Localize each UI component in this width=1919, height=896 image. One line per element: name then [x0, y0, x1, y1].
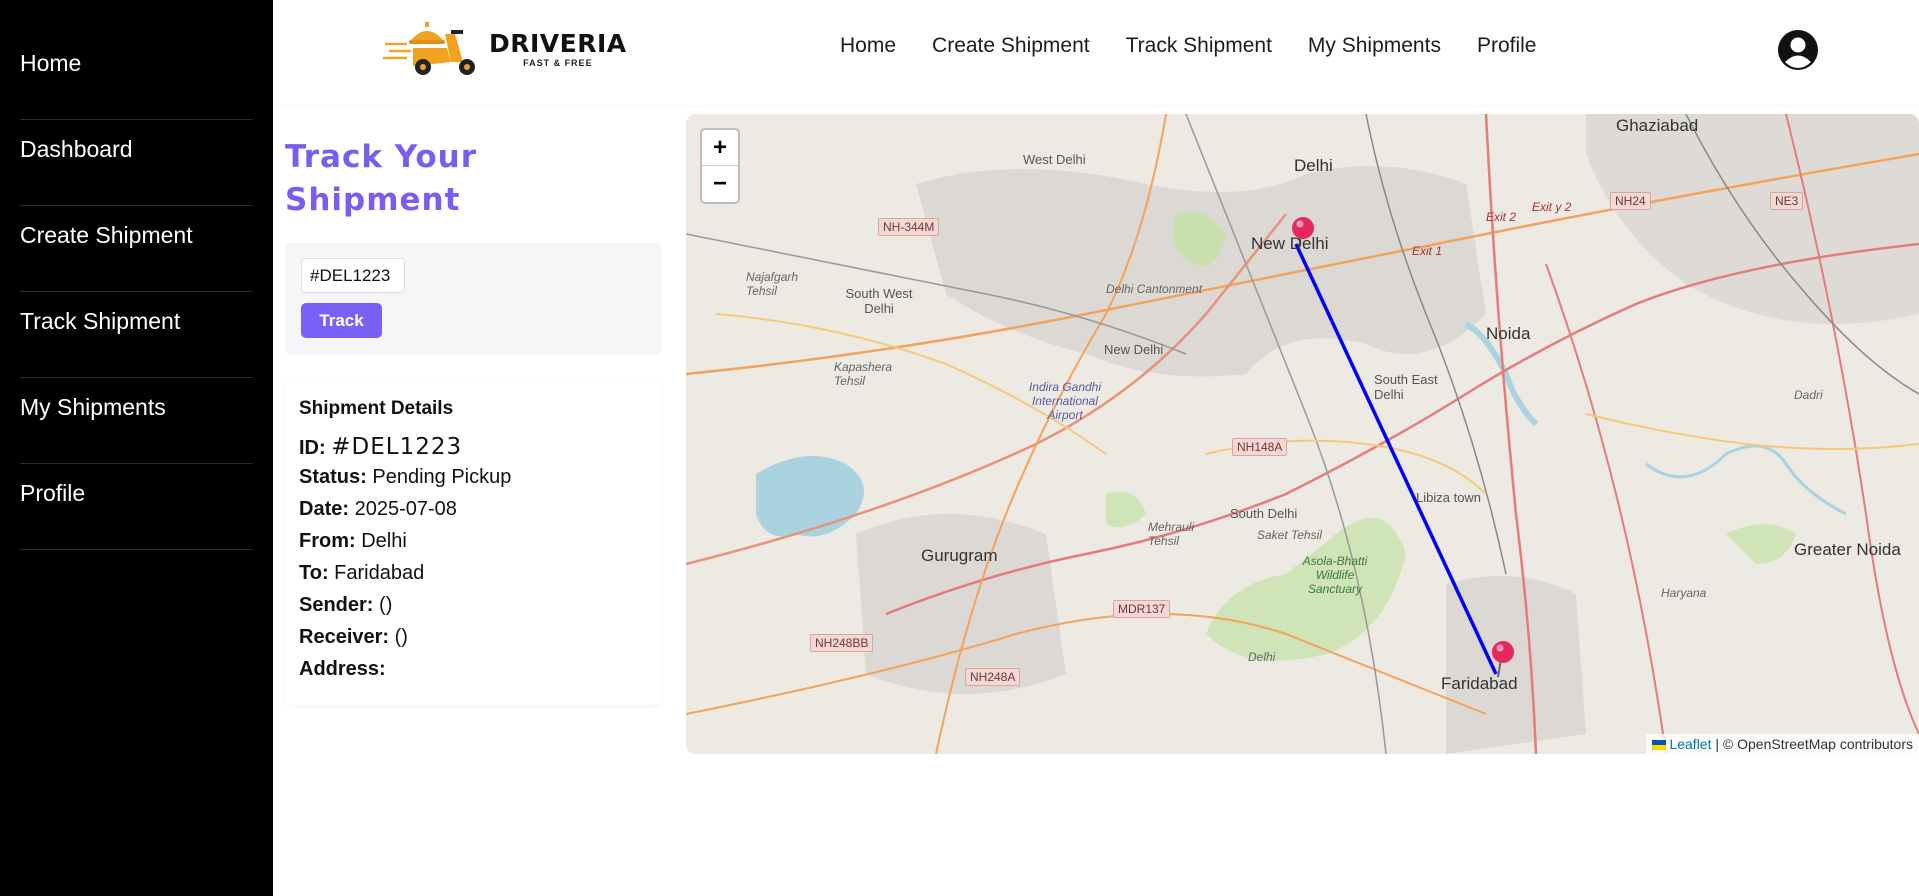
- sidebar-item-dashboard[interactable]: Dashboard: [20, 120, 253, 206]
- shield-mdr137: MDR137: [1113, 600, 1171, 618]
- nav-my-shipments[interactable]: My Shipments: [1308, 34, 1441, 58]
- map-label-south-east-delhi: South East Delhi: [1374, 372, 1438, 402]
- app-page: Home Dashboard Create Shipment Track Shi…: [0, 0, 1919, 896]
- logo-tagline: FAST & FREE: [523, 58, 593, 68]
- map-label-noida: Noida: [1486, 324, 1531, 343]
- nav-create-shipment[interactable]: Create Shipment: [932, 34, 1090, 58]
- map-label-kapashera: Kapashera Tehsil: [834, 360, 893, 388]
- zoom-in-button[interactable]: +: [702, 130, 738, 166]
- map-label-exit-y-2: Exit y 2: [1532, 200, 1572, 214]
- nav-track-shipment[interactable]: Track Shipment: [1126, 34, 1272, 58]
- shipment-id-input[interactable]: [301, 258, 405, 293]
- top-nav: Home Create Shipment Track Shipment My S…: [840, 34, 1536, 58]
- nav-profile[interactable]: Profile: [1477, 34, 1537, 58]
- shield-nh248a: NH248A: [965, 668, 1021, 686]
- shield-ne3: NE3: [1770, 192, 1804, 210]
- track-button[interactable]: Track: [301, 303, 382, 338]
- attribution-text: | © OpenStreetMap contributors: [1711, 736, 1913, 752]
- sidebar-item-my-shipments[interactable]: My Shipments: [20, 378, 253, 464]
- map-label-exit-1: Exit 1: [1412, 244, 1443, 258]
- detail-address: Address:: [299, 658, 386, 680]
- detail-from: From: Delhi: [299, 530, 407, 552]
- shield-nh148a: NH148A: [1232, 438, 1288, 456]
- detail-id-value: #DEL1223: [331, 434, 463, 460]
- logo[interactable]: DRIVERIA FAST & FREE: [383, 20, 627, 78]
- map-label-najafgarh: Najafgarh Tehsil: [746, 270, 799, 298]
- destination-marker-icon[interactable]: [1489, 639, 1519, 679]
- detail-date: Date: 2025-07-08: [299, 498, 457, 520]
- detail-date-value: 2025-07-08: [354, 498, 457, 520]
- zoom-out-button[interactable]: −: [702, 166, 738, 202]
- detail-sender-value: (): [379, 594, 393, 616]
- nav-home[interactable]: Home: [840, 34, 896, 58]
- shipment-map[interactable]: Delhi New Delhi New Delhi Ghaziabad Noid…: [686, 114, 1919, 754]
- zoom-control: + −: [700, 128, 740, 204]
- shipment-details-card: Shipment Details ID: #DEL1223 Status: Pe…: [285, 380, 661, 705]
- map-attribution: Leaflet | © OpenStreetMap contributors: [1646, 734, 1919, 754]
- sidebar-item-track-shipment[interactable]: Track Shipment: [20, 292, 253, 378]
- sidebar-item-home[interactable]: Home: [20, 34, 253, 120]
- map-label-delhi-cantonment: Delhi Cantonment: [1106, 282, 1203, 296]
- detail-from-value: Delhi: [361, 530, 407, 552]
- detail-status: Status: Pending Pickup: [299, 466, 512, 488]
- map-label-new-delhi-2: New Delhi: [1104, 342, 1164, 357]
- map-label-ghaziabad: Ghaziabad: [1616, 116, 1699, 135]
- map-label-delhi-small: Delhi: [1248, 650, 1276, 664]
- sidebar: Home Dashboard Create Shipment Track Shi…: [0, 0, 273, 896]
- top-header: DRIVERIA FAST & FREE Home Create Shipmen…: [273, 0, 1919, 104]
- map-label-saket: Saket Tehsil: [1257, 528, 1322, 542]
- map-label-delhi: Delhi: [1294, 156, 1333, 175]
- page-title: Track Your Shipment: [285, 139, 477, 218]
- shield-nh344m: NH-344M: [878, 218, 940, 236]
- sidebar-item-profile[interactable]: Profile: [20, 464, 253, 550]
- map-label-new-delhi: New Delhi: [1251, 234, 1329, 253]
- map-label-gurugram: Gurugram: [921, 546, 998, 565]
- detail-sender: Sender: (): [299, 594, 393, 616]
- map-label-dadri: Dadri: [1794, 388, 1823, 402]
- map-label-exit-2: Exit 2: [1486, 210, 1517, 224]
- shield-nh24: NH24: [1610, 192, 1651, 210]
- map-label-mehrauli: Mehrauli Tehsil: [1148, 520, 1195, 548]
- map-label-libiza-town: Libiza town: [1416, 490, 1482, 505]
- detail-receiver: Receiver: (): [299, 626, 408, 648]
- details-title: Shipment Details: [299, 398, 454, 419]
- map-tiles: [686, 114, 1919, 754]
- user-circle-icon[interactable]: [1777, 29, 1819, 71]
- detail-id: ID: #DEL1223: [299, 434, 463, 460]
- shield-nh248bb: NH248BB: [810, 634, 874, 652]
- map-label-faridabad: Faridabad: [1441, 674, 1518, 693]
- map-label-south-delhi: South Delhi: [1230, 506, 1298, 521]
- detail-status-value: Pending Pickup: [372, 466, 512, 488]
- map-label-greater-noida: Greater Noida: [1794, 540, 1901, 559]
- map-label-airport: Indira Gandhi International Airport: [1028, 380, 1102, 422]
- map-label-haryana: Haryana: [1661, 586, 1707, 600]
- detail-to: To: Faridabad: [299, 562, 425, 584]
- search-card: Track: [285, 242, 661, 355]
- ukraine-flag-icon: [1652, 740, 1667, 751]
- scooter-logo-icon: [383, 22, 475, 75]
- sidebar-item-create-shipment[interactable]: Create Shipment: [20, 206, 253, 292]
- map-label-sanctuary: Asola-Bhatti Wildlife Sanctuary: [1302, 554, 1368, 596]
- logo-name: DRIVERIA: [489, 29, 627, 58]
- detail-receiver-value: (): [394, 626, 408, 648]
- map-label-west-delhi: West Delhi: [1023, 152, 1086, 167]
- leaflet-link[interactable]: Leaflet: [1669, 736, 1711, 752]
- detail-to-value: Faridabad: [334, 562, 425, 584]
- map-label-south-west-delhi: South West Delhi: [845, 286, 913, 316]
